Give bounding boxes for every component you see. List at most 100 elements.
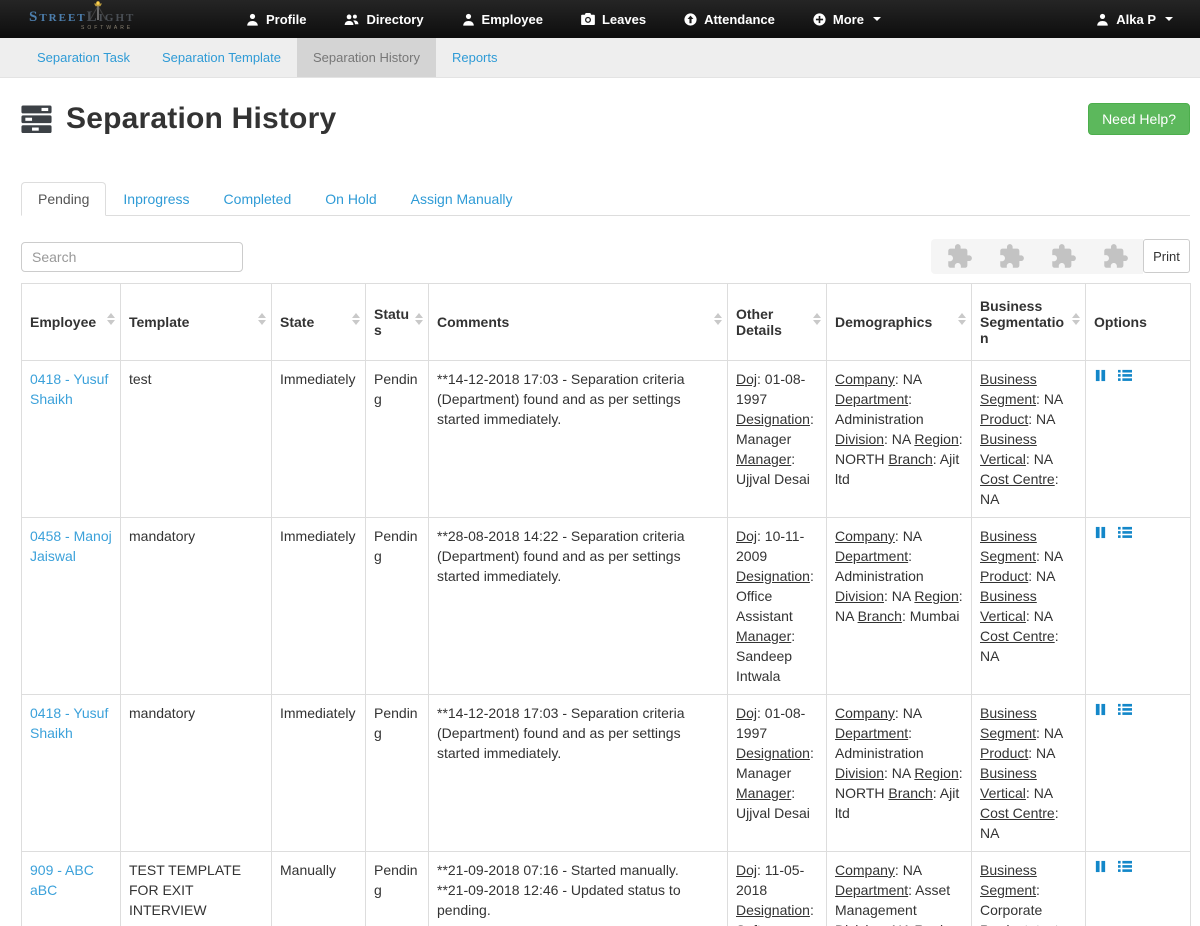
other-details-cell: Doj: 01-08-1997 Designation: Manager Man…	[728, 695, 827, 852]
sort-icon[interactable]	[258, 313, 266, 325]
column-label: Employee	[30, 314, 96, 330]
employee-link[interactable]: 909 - ABC aBC	[30, 862, 94, 898]
detail-label: Region	[914, 922, 958, 926]
comment-line: **14-12-2018 17:03 - Separation criteria…	[437, 703, 719, 763]
detail-label: Division	[835, 765, 884, 781]
detail-label: Business Vertical	[980, 765, 1037, 801]
brand-subtitle: SOFTWARE	[81, 25, 133, 31]
list-icon[interactable]	[1118, 526, 1132, 539]
tab-assign-manually[interactable]: Assign Manually	[394, 182, 530, 216]
subnav-item-separation-template[interactable]: Separation Template	[146, 38, 297, 77]
column-header-demographics[interactable]: Demographics	[827, 284, 972, 361]
directory-icon	[344, 13, 359, 26]
detail-label: Region	[914, 765, 958, 781]
business-segmentation-cell: Business Segment: NA Product: NA Busines…	[972, 361, 1086, 518]
nav-item-directory[interactable]: Directory	[325, 0, 442, 38]
sort-icon[interactable]	[714, 313, 722, 325]
list-icon[interactable]	[1118, 703, 1132, 716]
detail-label: Company	[835, 528, 895, 544]
tab-pending[interactable]: Pending	[21, 182, 106, 216]
template-cell: mandatory	[121, 695, 272, 852]
column-header-template[interactable]: Template	[121, 284, 272, 361]
employee-link[interactable]: 0458 - Manoj Jaiswal	[30, 528, 112, 564]
detail-label: Business Vertical	[980, 431, 1037, 467]
column-header-business-segmentation[interactable]: Business Segmentation	[972, 284, 1086, 361]
detail-label: Division	[835, 431, 884, 447]
tab-inprogress[interactable]: Inprogress	[106, 182, 206, 216]
detail-label: Cost Centre	[980, 471, 1055, 487]
table-body: 0418 - Yusuf ShaikhtestImmediatelyPendin…	[22, 361, 1191, 926]
pause-icon[interactable]	[1094, 860, 1107, 873]
column-header-employee[interactable]: Employee	[22, 284, 121, 361]
list-icon[interactable]	[1118, 369, 1132, 382]
subnav-item-separation-task[interactable]: Separation Task	[21, 38, 146, 77]
puzzle-icon[interactable]	[985, 243, 1037, 270]
subnav-item-separation-history[interactable]: Separation History	[297, 38, 436, 77]
detail-label: Business Segment	[980, 371, 1037, 407]
detail-label: Company	[835, 705, 895, 721]
subnav: Separation TaskSeparation TemplateSepara…	[0, 38, 1200, 78]
user-menu[interactable]: Alka P	[1096, 12, 1185, 27]
employee-link[interactable]: 0418 - Yusuf Shaikh	[30, 705, 108, 741]
sort-icon[interactable]	[107, 313, 115, 325]
tab-on-hold[interactable]: On Hold	[308, 182, 393, 216]
detail-label: Department	[835, 882, 908, 898]
detail-label: Doj	[736, 705, 757, 721]
list-icon[interactable]	[1118, 860, 1132, 873]
pause-icon[interactable]	[1094, 369, 1107, 382]
pause-icon[interactable]	[1094, 703, 1107, 716]
business-segmentation-cell: Business Segment: NA Product: NA Busines…	[972, 518, 1086, 695]
column-label: Other Details	[736, 306, 782, 338]
demographics-cell: Company: NA Department: Administration D…	[827, 361, 972, 518]
sort-icon[interactable]	[415, 313, 423, 325]
table-row: 0418 - Yusuf ShaikhtestImmediatelyPendin…	[22, 361, 1191, 518]
puzzle-icon[interactable]	[1089, 243, 1141, 270]
detail-label: Designation	[736, 411, 810, 427]
nav-item-more[interactable]: More	[794, 0, 900, 38]
employee-link[interactable]: 0418 - Yusuf Shaikh	[30, 371, 108, 407]
brand-logo[interactable]: StreetLight SOFTWARE	[15, 0, 185, 38]
detail-label: Division	[835, 922, 884, 926]
detail-label: Business Segment	[980, 705, 1037, 741]
search-input[interactable]	[21, 242, 243, 272]
tasks-icon	[21, 105, 52, 134]
nav-item-leaves[interactable]: Leaves	[562, 0, 665, 38]
nav-item-profile[interactable]: Profile	[227, 0, 325, 38]
page-title: Separation History	[66, 102, 1088, 136]
comment-line: **21-09-2018 07:16 - Started manually.	[437, 860, 719, 880]
puzzle-icon[interactable]	[933, 243, 985, 270]
leaves-icon	[581, 13, 595, 25]
tab-completed[interactable]: Completed	[207, 182, 309, 216]
other-details-cell: Doj: 11-05-2018 Designation: Software De…	[728, 852, 827, 926]
main-content: PendingInprogressCompletedOn HoldAssign …	[0, 182, 1200, 926]
employee-icon	[462, 13, 475, 26]
demographics-cell: Company: NA Department: Asset Management…	[827, 852, 972, 926]
detail-label: Cost Centre	[980, 628, 1055, 644]
column-header-state[interactable]: State	[272, 284, 366, 361]
employee-cell: 0418 - Yusuf Shaikh	[22, 695, 121, 852]
detail-label: Manager	[736, 451, 791, 467]
user-name: Alka P	[1116, 12, 1156, 27]
options-cell	[1086, 695, 1191, 852]
need-help-button[interactable]: Need Help?	[1088, 103, 1190, 135]
puzzle-icon[interactable]	[1037, 243, 1089, 270]
detail-label: Division	[835, 588, 884, 604]
sort-icon[interactable]	[1072, 313, 1080, 325]
column-header-other-details[interactable]: Other Details	[728, 284, 827, 361]
column-header-status[interactable]: Status	[366, 284, 429, 361]
topnav-menu: ProfileDirectoryEmployeeLeavesAttendance…	[227, 0, 1096, 38]
sort-icon[interactable]	[958, 313, 966, 325]
pause-icon[interactable]	[1094, 526, 1107, 539]
state-cell: Immediately	[272, 361, 366, 518]
nav-item-attendance[interactable]: Attendance	[665, 0, 794, 38]
detail-label: Cost Centre	[980, 805, 1055, 821]
detail-label: Branch	[888, 451, 932, 467]
comments-cell: **14-12-2018 17:03 - Separation criteria…	[429, 361, 728, 518]
print-button[interactable]: Print	[1143, 239, 1190, 273]
column-header-comments[interactable]: Comments	[429, 284, 728, 361]
sort-icon[interactable]	[813, 313, 821, 325]
subnav-item-reports[interactable]: Reports	[436, 38, 514, 77]
toolbar: Print	[21, 239, 1190, 274]
nav-item-employee[interactable]: Employee	[443, 0, 562, 38]
sort-icon[interactable]	[352, 313, 360, 325]
